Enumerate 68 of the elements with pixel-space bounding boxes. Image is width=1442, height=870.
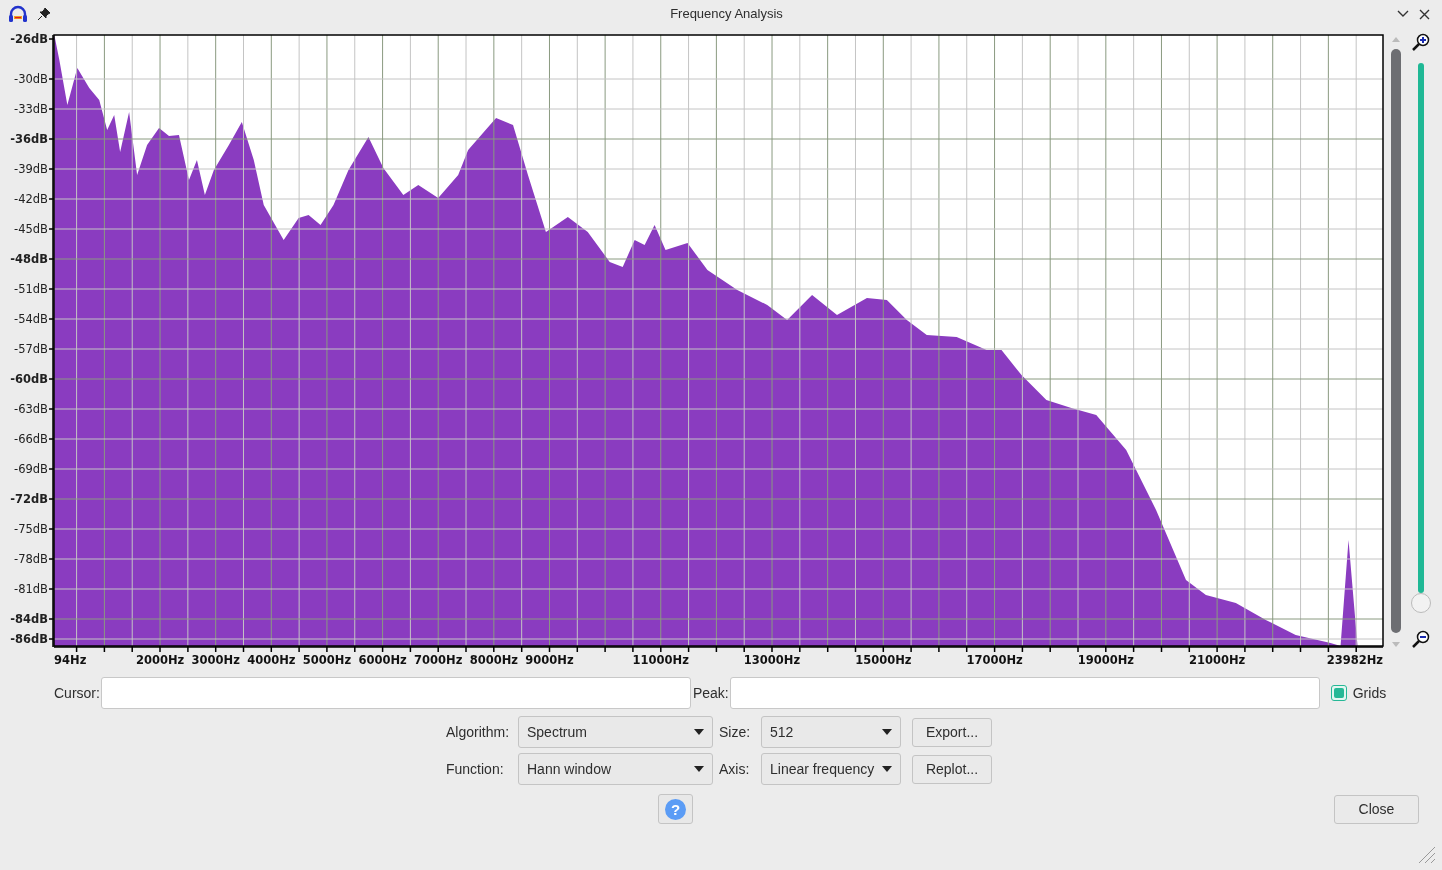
x-tick-label: 19000Hz [1077,653,1134,667]
x-tick-label: 2000Hz [135,653,185,667]
action-button[interactable]: Replot... [912,754,992,784]
y-tick-label: -39dB [14,162,48,176]
y-tick-label: -60dB [10,372,48,386]
x-tick-label: 5000Hz [302,653,352,667]
x-tick-label: 8000Hz [469,653,518,667]
zoom-out-icon[interactable] [1412,630,1430,648]
pin-icon[interactable] [38,8,50,20]
x-tick-label: 3000Hz [191,653,240,667]
y-tick-label: -84dB [10,612,48,626]
cursor-field[interactable] [100,677,691,709]
window-title: Frequency Analysis [670,5,783,24]
setting-label: Size: [719,722,752,742]
action-button[interactable]: Export... [912,717,992,747]
y-tick-label: -30dB [14,72,48,86]
headphones-icon [8,5,28,23]
setting-label: Function: [446,759,505,779]
y-tick-label: -86dB [10,632,48,646]
y-tick-label: -78dB [14,552,48,566]
dropdown[interactable]: Spectrum [518,716,713,748]
y-tick-label: -26dB [10,32,48,46]
zoom-slider-thumb[interactable] [1411,592,1431,613]
y-tick-label: -33dB [14,102,48,116]
x-tick-label: 15000Hz [855,653,912,667]
y-tick-label: -42dB [14,192,48,206]
cursor-label: Cursor: [54,683,100,703]
caret-icon [694,766,704,772]
grids-checkbox[interactable] [1330,685,1347,701]
minimize-icon[interactable] [1397,10,1409,18]
x-tick-label: 17000Hz [966,653,1023,667]
caret-icon [694,729,704,735]
y-tick-label: -75dB [14,522,48,536]
x-tick-label: 13000Hz [743,653,801,667]
dropdown[interactable]: Hann window [518,753,713,785]
x-tick-label: 7000Hz [414,653,463,667]
x-tick-label: 23982Hz [1326,653,1383,667]
x-tick-label: 11000Hz [632,653,689,667]
y-tick-label: -45dB [14,222,48,236]
setting-label: Algorithm: [446,722,511,742]
y-tick-label: -48dB [10,252,48,266]
y-tick-label: -69dB [14,462,48,476]
y-tick-label: -36dB [10,132,48,146]
x-tick-label: 6000Hz [358,653,407,667]
y-tick-label: -57dB [14,342,48,356]
setting-label: Axis: [719,759,751,779]
y-tick-label: -54dB [14,312,48,326]
caret-icon [882,766,892,772]
y-tick-label: -72dB [10,492,48,506]
dropdown[interactable]: 512 [761,716,901,748]
y-tick-label: -51dB [14,282,48,296]
y-tick-label: -63dB [14,402,48,416]
peak-field[interactable] [729,677,1320,709]
zoom-in-icon[interactable] [1412,33,1430,51]
close-button[interactable]: Close [1334,794,1419,824]
x-tick-label: 21000Hz [1188,653,1246,667]
close-icon[interactable] [1419,8,1430,20]
y-tick-label: -66dB [14,432,48,446]
caret-icon [882,729,892,735]
resize-grip-icon[interactable] [1416,844,1436,864]
x-tick-label: 9000Hz [525,653,574,667]
scroll-bar[interactable] [1390,36,1402,648]
dropdown[interactable]: Linear frequency [761,753,901,785]
x-tick-label: 4000Hz [247,653,296,667]
peak-label: Peak: [692,683,729,703]
grids-label: Grids [1352,683,1387,703]
y-tick-label: -81dB [14,582,48,596]
x-tick-label: 94Hz [54,653,87,667]
